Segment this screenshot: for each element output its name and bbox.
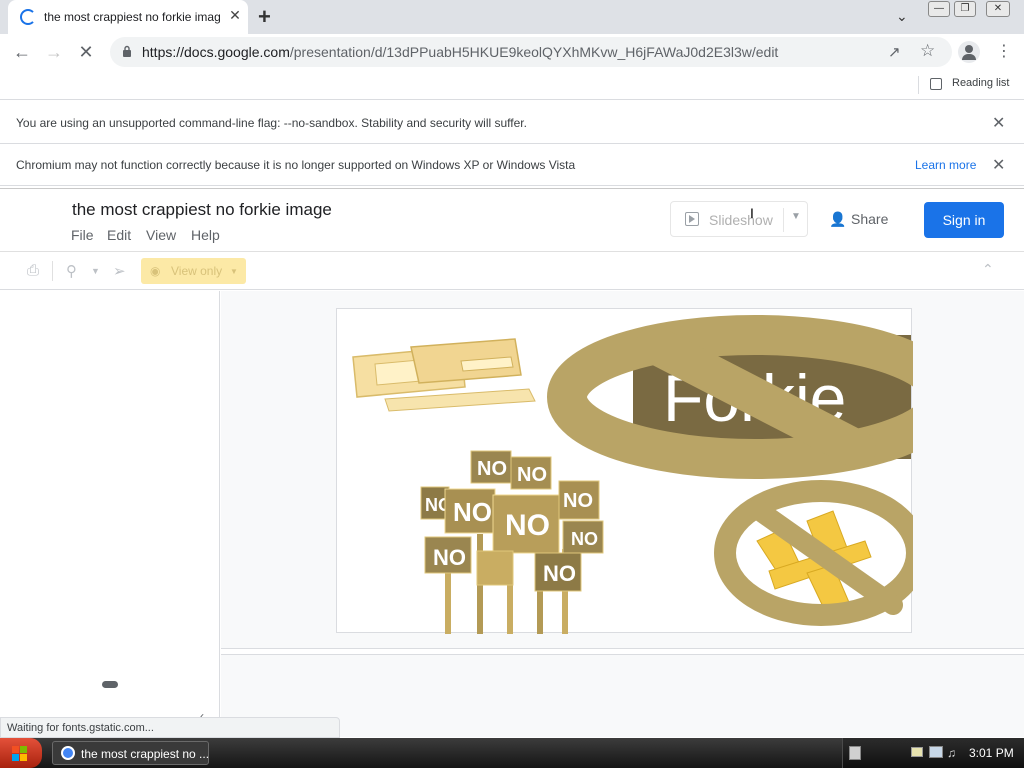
- tab-title: the most crappiest no forkie image: [44, 10, 220, 24]
- infobar-unsupported-os: Chromium may not function correctly beca…: [0, 144, 1024, 186]
- taskbar-chromium-button[interactable]: the most crappiest no ...: [52, 741, 209, 765]
- stop-icon[interactable]: ✕: [74, 41, 98, 65]
- slideshow-button[interactable]: Slideshow ▼: [670, 201, 808, 237]
- status-bubble: Waiting for fonts.gstatic.com...: [0, 717, 340, 738]
- minimize-button[interactable]: —: [928, 1, 950, 17]
- address-bar[interactable]: https://docs.google.com/presentation/d/1…: [110, 37, 952, 67]
- svg-text:NO: NO: [505, 509, 550, 542]
- docs-header: the most crappiest no forkie image File …: [0, 188, 1024, 252]
- menu-edit[interactable]: Edit: [107, 227, 131, 243]
- no-forkie-sign: Forkie: [547, 315, 963, 479]
- forward-icon[interactable]: →: [42, 41, 66, 65]
- slide-filmstrip: ‹: [0, 291, 220, 723]
- reading-list-icon: [930, 78, 942, 90]
- restore-button[interactable]: ❐: [954, 1, 976, 17]
- divider: [918, 76, 919, 94]
- taskbar-button-label: the most crappiest no ...: [81, 747, 210, 761]
- url-text[interactable]: https://docs.google.com/presentation/d/1…: [142, 44, 778, 60]
- browser-tab[interactable]: the most crappiest no forkie image ✕: [8, 0, 248, 34]
- browser-toolbar: ← → ✕ https://docs.google.com/presentati…: [0, 34, 1024, 70]
- divider: [52, 261, 53, 281]
- menu-help[interactable]: Help: [191, 227, 220, 243]
- slide-canvas: Forkie NO NO NO NO NO: [221, 291, 1024, 737]
- infobar-no-sandbox: You are using an unsupported command-lin…: [0, 102, 1024, 144]
- new-tab-button[interactable]: +: [258, 4, 271, 30]
- svg-text:NO: NO: [517, 464, 547, 486]
- slideshow-dropdown-icon[interactable]: ▼: [791, 211, 801, 222]
- menu-view[interactable]: View: [146, 227, 176, 243]
- infobar-message: You are using an unsupported command-lin…: [16, 116, 527, 130]
- divider: [783, 208, 784, 232]
- system-tray: ♫ 3:01 PM: [842, 738, 1024, 768]
- clock[interactable]: 3:01 PM: [969, 746, 1014, 760]
- menu-kebab-icon[interactable]: ⋮: [996, 41, 1012, 61]
- menu-file[interactable]: File: [71, 227, 94, 243]
- start-button[interactable]: [0, 738, 42, 768]
- eye-icon: ◉: [150, 264, 161, 278]
- document-title[interactable]: the most crappiest no forkie image: [72, 200, 332, 220]
- lock-icon: [123, 45, 131, 57]
- infobar-close-icon[interactable]: ✕: [992, 155, 1005, 175]
- infobar-message: Chromium may not function correctly beca…: [16, 158, 576, 172]
- view-only-button[interactable]: ◉ View only ▼: [141, 258, 246, 284]
- zoom-icon[interactable]: ⚲: [66, 262, 77, 280]
- tab-close-icon[interactable]: ✕: [226, 7, 244, 24]
- tab-strip: the most crappiest no forkie image ✕ + ⌄…: [0, 0, 1024, 34]
- infobar-close-icon[interactable]: ✕: [992, 113, 1005, 133]
- no-signs-image: NO NO NO NO NO NO NO NO NO: [420, 450, 604, 644]
- tab-search-chevron-icon[interactable]: ⌄: [896, 8, 908, 25]
- reading-list-button[interactable]: Reading list: [952, 77, 1009, 89]
- taskbar: the most crappiest no ... ♫ 3:01 PM: [0, 738, 1024, 768]
- person-icon: 👤: [829, 211, 847, 227]
- view-only-dropdown-icon: ▼: [230, 267, 238, 276]
- sign-in-button[interactable]: Sign in: [924, 202, 1004, 238]
- svg-text:NO: NO: [571, 529, 598, 549]
- no-fork-symbol: [714, 480, 928, 626]
- docs-toolbar: ⎙ ⚲ ▼ ➢ ◉ View only ▼ ⌃: [0, 252, 1024, 290]
- collapse-chevron-icon[interactable]: ⌃: [982, 261, 994, 278]
- learn-more-link[interactable]: Learn more: [915, 158, 976, 172]
- url-path: /presentation/d/13dPPuabH5HKUE9keolQYXhM…: [289, 44, 779, 60]
- folder-icon[interactable]: [911, 747, 923, 757]
- network-icon[interactable]: [929, 746, 943, 758]
- filmstrip-scroll-handle[interactable]: [102, 681, 118, 688]
- bookmark-star-icon[interactable]: ☆: [920, 41, 935, 61]
- slide-artwork: Forkie NO NO NO NO NO: [352, 315, 963, 644]
- back-icon[interactable]: ←: [10, 41, 34, 65]
- zoom-dropdown-icon[interactable]: ▼: [91, 266, 100, 276]
- view-only-label: View only: [171, 264, 223, 278]
- slide[interactable]: Forkie NO NO NO NO NO: [336, 308, 963, 644]
- svg-text:NO: NO: [477, 458, 507, 480]
- keyboard-icon[interactable]: [849, 746, 861, 760]
- slideshow-label: Slideshow: [709, 212, 773, 228]
- text-cursor-icon: I: [750, 205, 754, 221]
- profile-avatar-icon[interactable]: [958, 41, 980, 63]
- window-close-button[interactable]: ✕: [986, 1, 1010, 17]
- svg-text:NO: NO: [563, 490, 593, 512]
- share-button[interactable]: 👤 Share: [815, 201, 903, 237]
- status-text: Waiting for fonts.gstatic.com...: [7, 722, 154, 734]
- speaker-notes-divider[interactable]: [221, 648, 1024, 655]
- bookmark-bar: Reading list: [0, 70, 1024, 100]
- print-icon[interactable]: ⎙: [27, 262, 39, 279]
- svg-text:NO: NO: [543, 561, 576, 586]
- select-pointer-icon[interactable]: ➢: [113, 262, 126, 280]
- loading-spinner-icon: [20, 9, 36, 25]
- share-label: Share: [851, 211, 889, 227]
- slideshow-play-icon: [685, 212, 699, 226]
- svg-text:NO: NO: [453, 497, 492, 527]
- svg-text:NO: NO: [433, 545, 466, 570]
- volume-icon[interactable]: ♫: [947, 746, 956, 760]
- share-page-icon[interactable]: ↗: [888, 43, 901, 61]
- computer-image: [352, 338, 536, 412]
- url-host: https://docs.google.com: [142, 44, 290, 60]
- chromium-icon: [61, 746, 75, 760]
